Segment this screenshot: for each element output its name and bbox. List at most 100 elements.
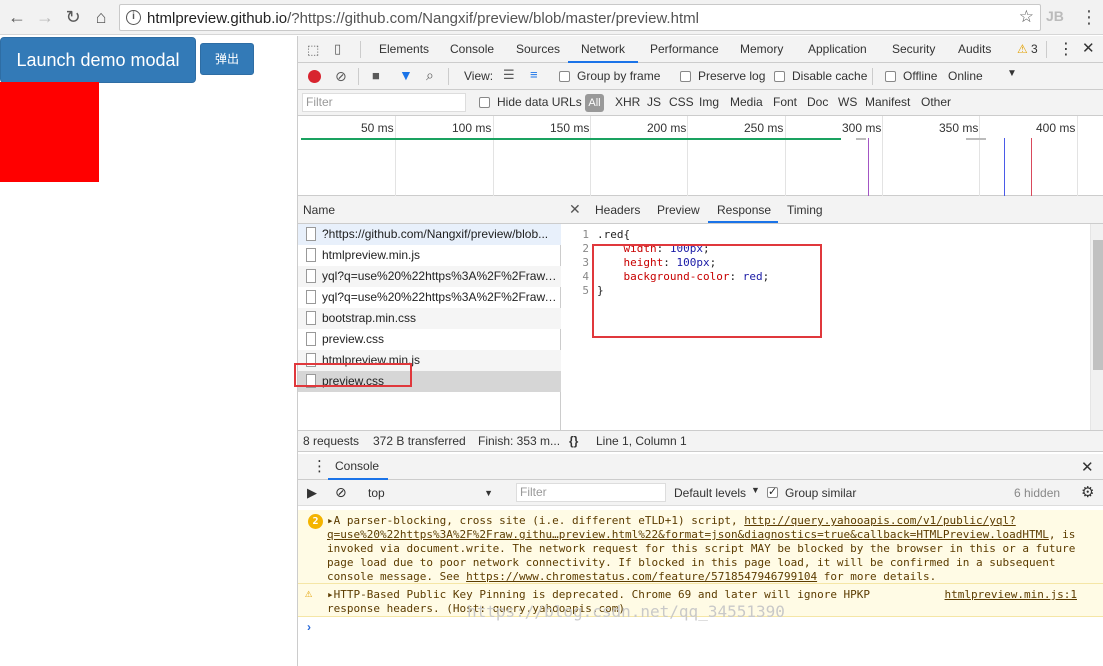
home-icon[interactable]: ⌂ xyxy=(90,6,112,28)
response-scrollbar[interactable] xyxy=(1090,224,1103,430)
group-by-frame-label: Group by frame xyxy=(577,69,661,83)
filter-funnel-icon[interactable]: ▼ xyxy=(399,67,413,83)
filter-type-media[interactable]: Media xyxy=(730,95,763,109)
warning-count-badge: 2 xyxy=(308,514,323,529)
console-drawer-tab-bar: ⋮ Console ✕ xyxy=(298,454,1103,480)
network-filter-input[interactable]: Filter xyxy=(302,93,466,112)
scrollbar-thumb[interactable] xyxy=(1093,240,1103,370)
tab-audits[interactable]: Audits xyxy=(958,42,991,56)
search-icon[interactable]: ⌕ xyxy=(426,67,434,84)
inspect-element-icon[interactable]: ⬚ xyxy=(307,42,319,58)
requests-header[interactable]: Name xyxy=(298,196,561,224)
group-similar-checkbox[interactable] xyxy=(767,485,778,498)
warning-triangle-icon[interactable]: ⚠ xyxy=(1017,42,1028,56)
tab-response[interactable]: Response xyxy=(717,203,771,217)
filter-type-xhr[interactable]: XHR xyxy=(615,95,640,109)
browser-menu-icon[interactable]: ⋮ xyxy=(1080,5,1098,29)
reload-icon[interactable]: ↻ xyxy=(62,6,84,28)
warning-count[interactable]: 3 xyxy=(1031,42,1038,56)
request-row[interactable]: bootstrap.min.css xyxy=(298,308,561,329)
group-by-frame-checkbox[interactable] xyxy=(559,71,570,82)
filter-type-css[interactable]: CSS xyxy=(669,95,694,109)
url-text[interactable]: htmlpreview.github.io/?https://github.co… xyxy=(147,10,699,27)
tab-performance[interactable]: Performance xyxy=(650,42,719,56)
request-name: bootstrap.min.css xyxy=(322,311,417,325)
request-row[interactable]: preview.css xyxy=(298,329,561,350)
tab-preview[interactable]: Preview xyxy=(657,203,700,217)
chromestatus-link[interactable]: https://www.chromestatus.com/feature/571… xyxy=(466,570,817,583)
preserve-log-checkbox[interactable] xyxy=(680,71,691,82)
filter-type-manifest[interactable]: Manifest xyxy=(865,95,910,109)
filter-type-doc[interactable]: Doc xyxy=(807,95,828,109)
stylesheet-file-icon xyxy=(306,332,316,346)
pretty-print-icon[interactable]: {} xyxy=(569,434,578,448)
hide-data-urls-checkbox[interactable] xyxy=(479,97,490,108)
back-arrow-icon[interactable]: ← xyxy=(6,6,28,28)
console-sidebar-icon[interactable]: ▶ xyxy=(307,485,317,501)
name-column-header[interactable]: Name xyxy=(303,203,335,217)
extension-jb-icon[interactable]: JB xyxy=(1046,8,1064,24)
address-bar[interactable]: i htmlpreview.github.io/?https://github.… xyxy=(119,4,1041,31)
timeline-gridline xyxy=(395,116,396,196)
tab-application[interactable]: Application xyxy=(808,42,867,56)
offline-checkbox[interactable] xyxy=(885,71,896,82)
request-row[interactable]: yql?q=use%20%22https%3A%2F%2Fraw.g... xyxy=(298,266,561,287)
filter-type-other[interactable]: Other xyxy=(921,95,951,109)
source-link[interactable]: htmlpreview.min.js:1 xyxy=(945,588,1077,602)
launch-demo-modal-button[interactable]: Launch demo modal xyxy=(0,37,196,83)
console-warning-message[interactable]: 2 ▸A parser-blocking, cross site (i.e. d… xyxy=(298,510,1103,584)
throttling-select[interactable]: Online xyxy=(948,69,983,83)
timeline-tick-label: 50 ms xyxy=(361,121,394,135)
red-box xyxy=(0,82,99,182)
bookmark-star-icon[interactable]: ☆ xyxy=(1019,7,1034,27)
device-toolbar-icon[interactable]: ▯ xyxy=(334,41,341,57)
info-icon[interactable]: i xyxy=(126,10,141,25)
filter-type-js[interactable]: JS xyxy=(647,95,661,109)
request-row[interactable]: yql?q=use%20%22https%3A%2F%2Fraw.g... xyxy=(298,287,561,308)
tab-headers[interactable]: Headers xyxy=(595,203,640,217)
response-code-view[interactable]: 1 2 3 4 5 .red{ width: 100px; height: 10… xyxy=(561,224,1091,429)
throttling-dropdown-icon[interactable]: ▼ xyxy=(1007,68,1017,79)
tab-elements[interactable]: Elements xyxy=(379,42,429,56)
network-status-bar: 8 requests 372 B transferred Finish: 353… xyxy=(298,430,1103,452)
forward-arrow-icon[interactable]: → xyxy=(34,6,56,28)
popup-button[interactable]: 弹出 xyxy=(200,43,254,75)
close-detail-icon[interactable]: ✕ xyxy=(569,201,581,218)
capture-screenshots-icon[interactable]: ■ xyxy=(372,68,380,83)
timeline-tick-label: 150 ms xyxy=(550,121,590,135)
request-detail-pane: ✕ Headers Preview Response Timing 1 2 3 … xyxy=(561,196,1103,430)
waterfall-icon[interactable]: ≡ xyxy=(530,67,538,82)
timeline-gridline xyxy=(493,116,494,196)
request-row[interactable]: htmlpreview.min.js xyxy=(298,245,561,266)
context-select[interactable]: top ▼ xyxy=(368,483,500,503)
request-name: yql?q=use%20%22https%3A%2F%2Fraw.g... xyxy=(322,269,558,283)
filter-type-all[interactable]: All xyxy=(585,94,604,112)
console-filter-input[interactable]: Filter xyxy=(516,483,666,502)
tab-sources[interactable]: Sources xyxy=(516,42,560,56)
filter-type-ws[interactable]: WS xyxy=(838,95,857,109)
record-icon[interactable] xyxy=(308,70,321,83)
disable-cache-checkbox[interactable] xyxy=(774,71,785,82)
tab-network[interactable]: Network xyxy=(581,42,625,56)
drawer-tab-console[interactable]: Console xyxy=(335,459,379,473)
request-row[interactable]: ?https://github.com/Nangxif/preview/blob… xyxy=(298,224,561,245)
levels-dropdown-icon[interactable]: ▼ xyxy=(751,485,760,495)
filter-type-font[interactable]: Font xyxy=(773,95,797,109)
tab-console[interactable]: Console xyxy=(450,42,494,56)
default-levels-select[interactable]: Default levels xyxy=(674,486,746,500)
devtools-menu-icon[interactable]: ⋮ xyxy=(1058,39,1074,59)
filter-type-img[interactable]: Img xyxy=(699,95,719,109)
large-rows-icon[interactable]: ☰ xyxy=(503,67,515,83)
drawer-menu-icon[interactable]: ⋮ xyxy=(312,457,327,475)
clear-icon[interactable]: ⊘ xyxy=(335,68,347,85)
tab-security[interactable]: Security xyxy=(892,42,935,56)
console-clear-icon[interactable]: ⊘ xyxy=(335,484,347,501)
console-settings-gear-icon[interactable]: ⚙ xyxy=(1081,483,1094,501)
tab-memory[interactable]: Memory xyxy=(740,42,783,56)
devtools-close-icon[interactable]: ✕ xyxy=(1082,39,1095,57)
network-overview-timeline[interactable]: 50 ms 100 ms 150 ms 200 ms 250 ms 300 ms… xyxy=(298,116,1103,196)
url-host: htmlpreview.github.io xyxy=(147,10,288,27)
console-prompt-icon[interactable]: › xyxy=(307,620,311,634)
drawer-close-icon[interactable]: ✕ xyxy=(1081,458,1094,476)
tab-timing[interactable]: Timing xyxy=(787,203,823,217)
